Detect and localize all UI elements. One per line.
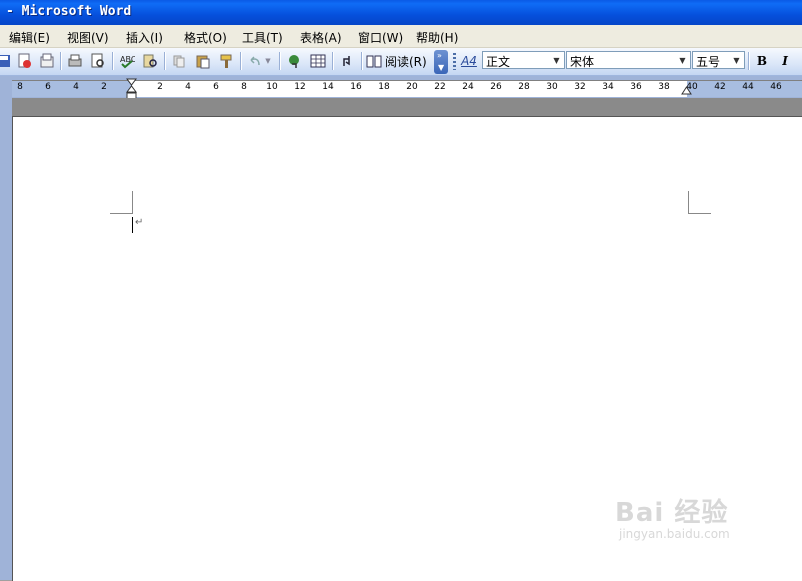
menu-tools[interactable]: 工具(T) — [242, 29, 283, 46]
ruler-label: 34 — [602, 82, 614, 92]
toolbar-separator — [279, 52, 281, 70]
ruler-label: 22 — [434, 82, 446, 92]
toolbar-separator — [164, 52, 166, 70]
title-bar: - Microsoft Word — [0, 0, 802, 25]
indent-marker[interactable] — [126, 78, 138, 100]
open-book-icon — [366, 55, 382, 68]
hyperlink-icon[interactable] — [284, 51, 304, 71]
undo-dropdown-icon[interactable]: ▼ — [262, 51, 274, 71]
chevron-down-icon[interactable]: ▼ — [550, 53, 563, 67]
window-title: - Microsoft Word — [6, 4, 132, 19]
research-icon[interactable] — [140, 51, 160, 71]
style-select-value: 正文 — [486, 55, 511, 69]
permission-icon[interactable] — [14, 51, 34, 71]
menu-help[interactable]: 帮助(H) — [416, 29, 458, 46]
read-mode-button[interactable]: 阅读(R) — [366, 51, 432, 71]
menu-edit[interactable]: 编辑(E) — [9, 29, 50, 46]
ruler-label: 24 — [462, 82, 474, 92]
ruler-label: 10 — [266, 82, 278, 92]
paragraph-mark: ↵ — [135, 217, 144, 228]
paste-icon[interactable] — [193, 51, 213, 71]
print-preview-icon[interactable] — [88, 51, 108, 71]
margin-corner-top-right — [688, 191, 711, 214]
format-painter-icon[interactable] — [217, 51, 237, 71]
ruler-left-margin — [12, 81, 132, 97]
ruler-label: 20 — [406, 82, 418, 92]
font-select-value: 宋体 — [570, 55, 595, 69]
chevron-right-icon: » — [437, 51, 442, 60]
ruler-label: 26 — [490, 82, 502, 92]
ruler-label: 42 — [714, 82, 726, 92]
bold-button[interactable]: B — [752, 51, 772, 71]
ruler-label: 8 — [17, 82, 23, 92]
chevron-down-icon: ▼ — [438, 63, 445, 72]
italic-button[interactable]: I — [775, 51, 795, 71]
ruler-label: 4 — [73, 82, 79, 92]
menu-format[interactable]: 格式(O) — [184, 29, 227, 46]
save-icon[interactable] — [0, 51, 14, 71]
toolbar-separator — [112, 52, 114, 70]
text-cursor — [132, 217, 133, 233]
ruler-label: 2 — [157, 82, 163, 92]
watermark-logo: Bai 经验 — [615, 498, 729, 528]
margin-corner-top-left — [110, 191, 133, 214]
toolbar-separator — [60, 52, 62, 70]
watermark: Bai 经验 jingyan.baidu.com — [615, 492, 730, 541]
ruler-label: 4 — [185, 82, 191, 92]
svg-text:ABC: ABC — [120, 55, 135, 64]
read-mode-label: 阅读(R) — [385, 54, 427, 69]
menu-view[interactable]: 视图(V) — [67, 29, 109, 46]
toolbar-separator — [332, 52, 334, 70]
vertical-ruler — [0, 98, 12, 580]
ruler-label: 44 — [742, 82, 754, 92]
toolbar-separator — [361, 52, 363, 70]
font-size-select[interactable]: 五号 ▼ — [692, 51, 745, 69]
font-select[interactable]: 宋体 ▼ — [566, 51, 691, 69]
toolbar-separator — [748, 52, 750, 70]
menu-bar: 编辑(E) 视图(V) 插入(I) 格式(O) 工具(T) 表格(A) 窗口(W… — [0, 25, 802, 48]
right-indent-marker[interactable] — [681, 84, 693, 96]
ruler-label: 28 — [518, 82, 530, 92]
insert-table-icon[interactable] — [308, 51, 328, 71]
toolbar-overflow-chevron[interactable]: » ▼ — [434, 50, 448, 74]
cut-icon[interactable] — [169, 51, 189, 71]
ruler-label: 18 — [378, 82, 390, 92]
ruler-label: 16 — [350, 82, 362, 92]
ruler-label: 36 — [630, 82, 642, 92]
ruler-label: 14 — [322, 82, 334, 92]
email-icon[interactable] — [37, 51, 57, 71]
ruler-label: 38 — [658, 82, 670, 92]
spelling-icon[interactable]: ABC — [117, 51, 137, 71]
styles-formatting-icon[interactable]: A4 — [459, 51, 479, 71]
chevron-down-icon[interactable]: ▼ — [676, 53, 689, 67]
menu-window[interactable]: 窗口(W) — [358, 29, 403, 46]
ruler-label: 6 — [213, 82, 219, 92]
watermark-url: jingyan.baidu.com — [619, 527, 730, 541]
chevron-down-icon[interactable]: ▼ — [730, 53, 743, 67]
ruler-label: 12 — [294, 82, 306, 92]
ruler-label: 2 — [101, 82, 107, 92]
style-select[interactable]: 正文 ▼ — [482, 51, 565, 69]
ruler-label: 32 — [574, 82, 586, 92]
ruler-label: 8 — [241, 82, 247, 92]
menu-table[interactable]: 表格(A) — [300, 29, 342, 46]
ruler-label: 30 — [546, 82, 558, 92]
toolbar-separator — [240, 52, 242, 70]
menu-insert[interactable]: 插入(I) — [126, 29, 163, 46]
toolbar-grip[interactable] — [453, 53, 456, 70]
ruler-label: 46 — [770, 82, 782, 92]
print-icon[interactable] — [65, 51, 85, 71]
font-size-select-value: 五号 — [696, 55, 721, 69]
show-hide-icon[interactable] — [337, 51, 357, 71]
ruler-label: 6 — [45, 82, 51, 92]
